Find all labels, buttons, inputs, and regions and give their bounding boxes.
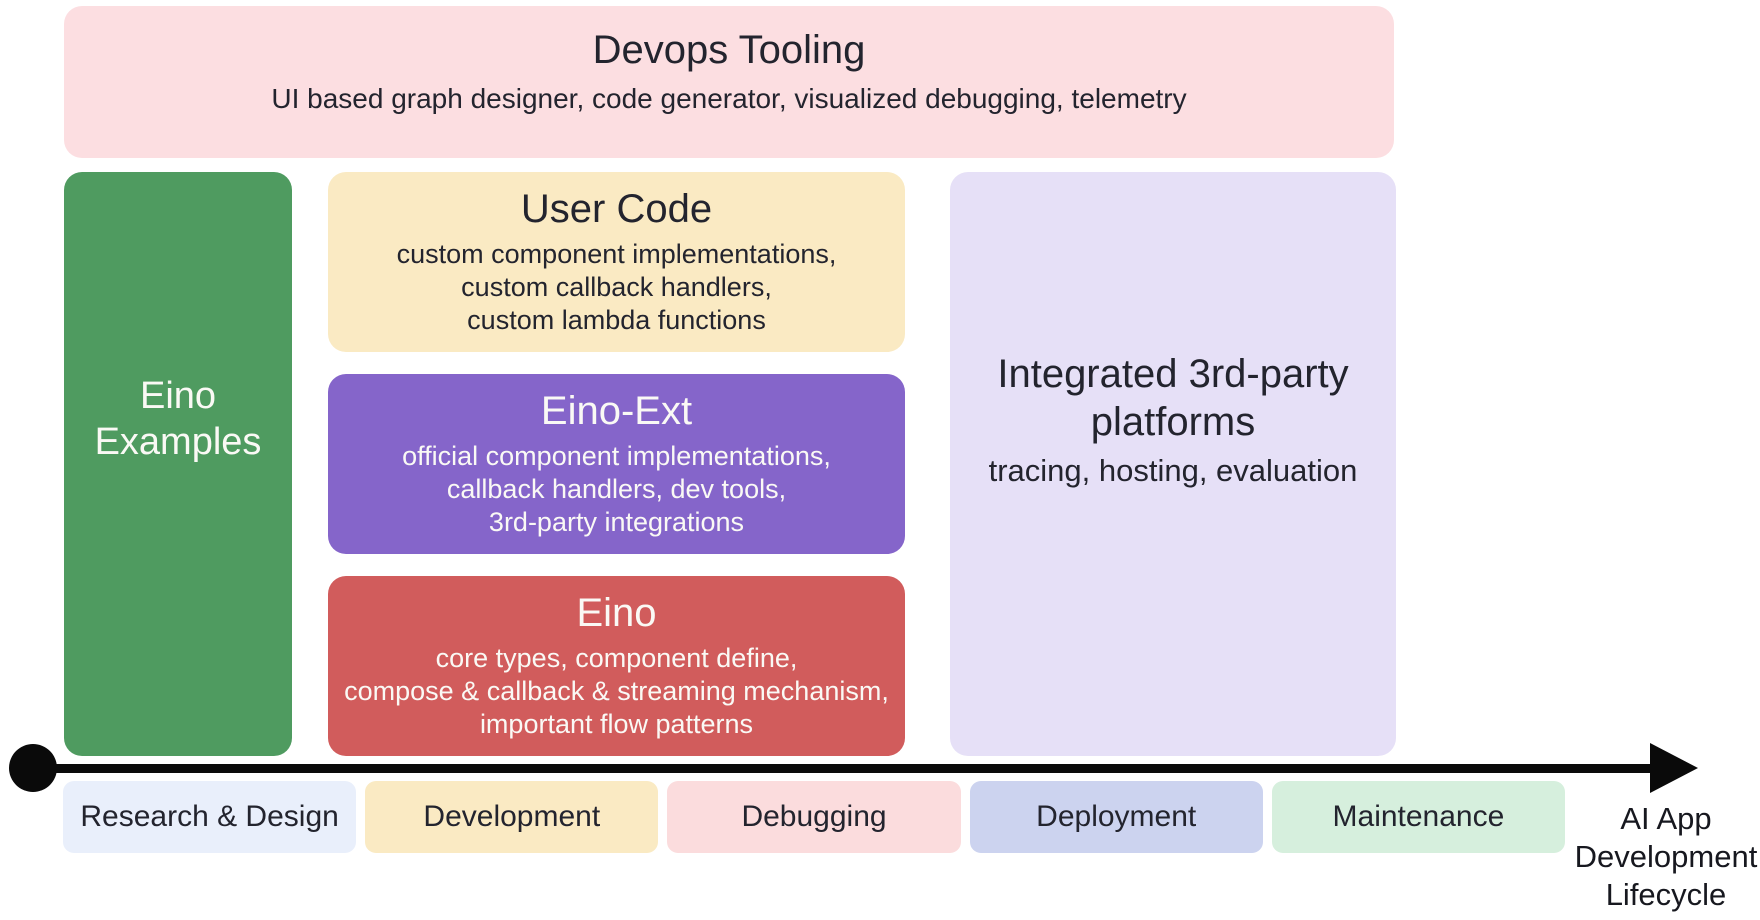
eino-core-line: important flow patterns bbox=[328, 708, 905, 741]
eino-core-title: Eino bbox=[328, 589, 905, 637]
eino-core-line: core types, component define, bbox=[328, 642, 905, 675]
lifecycle-axis-caption: AI App Development Lifecycle bbox=[1572, 800, 1760, 913]
third-party-subtitle: tracing, hosting, evaluation bbox=[989, 453, 1358, 489]
eino-ext-title: Eino-Ext bbox=[328, 387, 905, 435]
stage-maintenance: Maintenance bbox=[1272, 781, 1565, 853]
stage-debugging: Debugging bbox=[667, 781, 960, 853]
user-code-title: User Code bbox=[328, 185, 905, 233]
devops-tooling-title: Devops Tooling bbox=[64, 26, 1394, 74]
third-party-title-line2: platforms bbox=[1091, 399, 1256, 446]
eino-ext-line: official component implementations, bbox=[328, 440, 905, 473]
stage-deployment: Deployment bbox=[970, 781, 1263, 853]
user-code-line: custom component implementations, bbox=[328, 238, 905, 271]
eino-examples-label-line1: Eino bbox=[140, 373, 216, 419]
user-code-line: custom callback handlers, bbox=[328, 271, 905, 304]
devops-tooling-box: Devops Tooling UI based graph designer, … bbox=[64, 6, 1394, 158]
lifecycle-caption-line: Development bbox=[1572, 838, 1760, 876]
eino-ext-line: 3rd-party integrations bbox=[328, 506, 905, 539]
third-party-platforms-box: Integrated 3rd-party platforms tracing, … bbox=[950, 172, 1396, 756]
eino-architecture-diagram: Devops Tooling UI based graph designer, … bbox=[0, 0, 1760, 920]
stage-research-design: Research & Design bbox=[63, 781, 356, 853]
eino-examples-label-line2: Examples bbox=[95, 419, 262, 465]
eino-examples-box: Eino Examples bbox=[64, 172, 292, 756]
eino-ext-line: callback handlers, dev tools, bbox=[328, 473, 905, 506]
lifecycle-caption-line: Lifecycle bbox=[1572, 876, 1760, 914]
stage-development: Development bbox=[365, 781, 658, 853]
eino-core-box: Eino core types, component define, compo… bbox=[328, 576, 905, 756]
eino-core-line: compose & callback & streaming mechanism… bbox=[328, 675, 905, 708]
lifecycle-stages-row: Research & Design Development Debugging … bbox=[63, 781, 1565, 853]
lifecycle-caption-line: AI App bbox=[1572, 800, 1760, 838]
user-code-box: User Code custom component implementatio… bbox=[328, 172, 905, 352]
timeline-arrowhead-icon bbox=[1650, 743, 1698, 793]
timeline-axis-line bbox=[30, 764, 1656, 773]
eino-ext-box: Eino-Ext official component implementati… bbox=[328, 374, 905, 554]
devops-tooling-subtitle: UI based graph designer, code generator,… bbox=[64, 82, 1394, 116]
third-party-title-line1: Integrated 3rd-party bbox=[997, 351, 1348, 398]
user-code-line: custom lambda functions bbox=[328, 304, 905, 337]
